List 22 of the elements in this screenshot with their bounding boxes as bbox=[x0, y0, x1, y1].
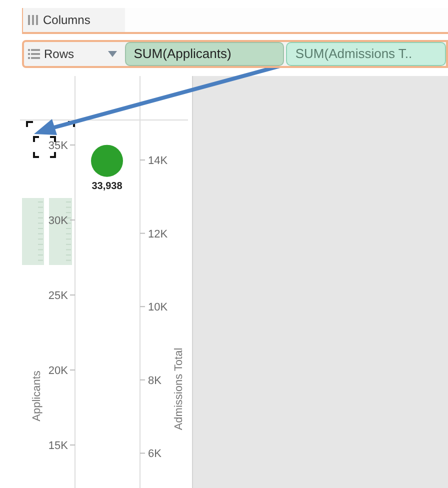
axis-tick-label: 15K bbox=[48, 440, 68, 452]
data-label: 33,938 bbox=[92, 180, 122, 192]
axis-title: Admissions Total bbox=[173, 348, 185, 430]
axis-tick-label: 35K bbox=[48, 140, 68, 152]
axis-tick-label: 6K bbox=[148, 448, 162, 460]
columns-icon bbox=[27, 14, 39, 26]
axis-tick-label: 12K bbox=[148, 228, 168, 240]
ghost-pill-drawing bbox=[22, 198, 72, 265]
axis-tick-label: 20K bbox=[48, 365, 68, 377]
axis-title: Applicants bbox=[31, 370, 43, 422]
axis-tick-label: 30K bbox=[48, 215, 68, 227]
axis-tick-label: 10K bbox=[148, 302, 168, 314]
axis-tick-label: 25K bbox=[48, 290, 68, 302]
shelf-label: Rows bbox=[44, 46, 74, 63]
rows-icon bbox=[28, 49, 40, 59]
shelf-label: Columns bbox=[43, 12, 90, 29]
axis-tick-label: 8K bbox=[148, 374, 162, 387]
field-pill[interactable]: SUM(Applicants) bbox=[124, 42, 284, 66]
drop-target-bracket-drawing bbox=[26, 121, 76, 159]
field-pill[interactable]: SUM(Admissions T.. bbox=[286, 42, 446, 66]
axis-tick-label: 14K bbox=[148, 155, 168, 167]
dropdown-caret-icon[interactable] bbox=[108, 51, 117, 57]
